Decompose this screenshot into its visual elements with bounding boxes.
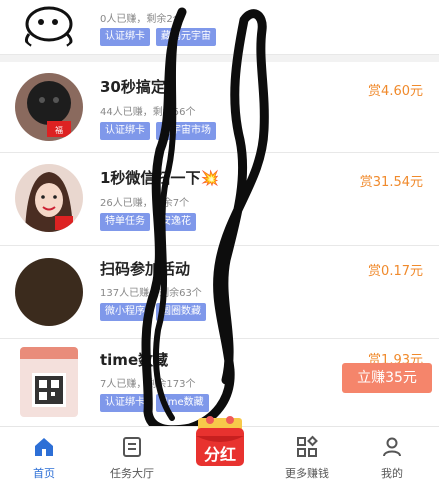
tab-more-earn[interactable]: 更多赚钱 (267, 427, 347, 484)
task-tag: 微小程序 (100, 303, 150, 321)
task-tags: 认证绑卡 元宇宙市场 (100, 122, 216, 140)
task-reward: 赏0.17元 (368, 264, 423, 279)
task-reward: 赏31.54元 (359, 175, 423, 190)
task-title: 扫码参加活动 (100, 260, 191, 278)
tab-task-hall[interactable]: 任务大厅 (92, 427, 172, 484)
tab-home[interactable]: 首页 (4, 427, 84, 484)
svg-text:福: 福 (55, 126, 63, 135)
task-tag: 认证绑卡 (100, 28, 150, 46)
task-tag: 藏鹏元宇宙 (156, 28, 216, 46)
task-avatar-dark (15, 258, 83, 326)
task-title: time数藏 (100, 351, 169, 369)
tab-home-label: 首页 (33, 467, 55, 480)
task-title: 1秒微信扫一下💥 (100, 169, 220, 187)
user-icon (383, 437, 401, 457)
tab-mine-label: 我的 (381, 467, 403, 480)
task-stats: 26人已赚，剩余7个 (100, 198, 190, 209)
home-icon (35, 438, 53, 456)
task-item[interactable]: 0人已赚，剩余2个 认证绑卡 藏鹏元宇宙 (0, 0, 439, 55)
task-stats: 7人已赚，剩余173个 (100, 379, 196, 390)
task-stats: 0人已赚，剩余2个 (100, 14, 183, 25)
task-tags: 认证绑卡 time数藏 (100, 394, 209, 412)
task-tags: 认证绑卡 藏鹏元宇宙 (100, 28, 216, 46)
task-avatar-cat: 福 (15, 73, 83, 141)
task-avatar-dog (15, 0, 83, 52)
tab-mine[interactable]: 我的 (352, 427, 432, 484)
tab-task-hall-label: 任务大厅 (110, 467, 154, 480)
dividend-label: 分红 (203, 445, 236, 464)
list-icon (123, 437, 141, 457)
task-item[interactable]: 扫码参加活动 137人已赚，剩余63个 微小程序 圆圈数藏 赏0.17元 (0, 246, 439, 339)
task-item[interactable]: 1秒微信扫一下💥 26人已赚，剩余7个 特单任务 安逸花 赏31.54元 (0, 153, 439, 246)
task-tag: time数藏 (156, 394, 209, 412)
task-title: 30秒搞定 (100, 78, 166, 96)
task-tags: 特单任务 安逸花 (100, 213, 196, 231)
earn-now-button[interactable]: 立赚35元 (342, 363, 432, 393)
task-stats: 44人已赚，剩余56个 (100, 107, 196, 118)
task-tag: 安逸花 (156, 213, 196, 231)
task-item[interactable]: 福 30秒搞定 44人已赚，剩余56个 认证绑卡 元宇宙市场 赏4.60元 (0, 62, 439, 153)
task-avatar-poster (20, 347, 78, 417)
task-reward: 赏4.60元 (368, 84, 423, 99)
task-tag: 圆圈数藏 (156, 303, 206, 321)
task-avatar-girl (15, 164, 83, 232)
tab-more-earn-label: 更多赚钱 (285, 467, 329, 480)
task-tag: 认证绑卡 (100, 122, 150, 140)
task-tag: 认证绑卡 (100, 394, 150, 412)
task-tag: 元宇宙市场 (156, 122, 216, 140)
task-tags: 微小程序 圆圈数藏 (100, 303, 206, 321)
task-stats: 137人已赚，剩余63个 (100, 288, 202, 299)
dividend-button[interactable]: 分红 (190, 412, 250, 472)
apps-icon (297, 435, 318, 457)
task-tag: 特单任务 (100, 213, 150, 231)
